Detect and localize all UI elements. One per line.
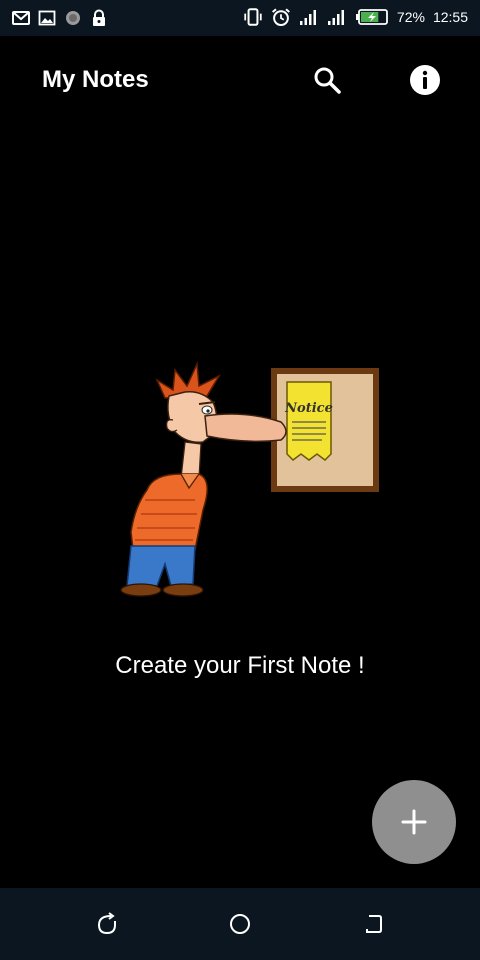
add-note-button[interactable]	[372, 780, 456, 864]
status-right-icons: 72% 12:55	[243, 7, 468, 27]
gmail-icon	[12, 11, 30, 25]
nav-home-button[interactable]	[226, 910, 254, 938]
info-icon	[410, 65, 440, 95]
app-bar: My Notes	[0, 36, 480, 122]
plus-icon	[401, 809, 427, 835]
battery-charging-icon	[355, 9, 388, 25]
empty-state-message: Create your First Note !	[115, 652, 365, 679]
notice-board: Notice	[271, 368, 379, 492]
empty-notes-illustration: Notice	[120, 361, 379, 597]
lock-icon	[93, 9, 105, 26]
home-icon	[230, 914, 250, 934]
nav-back-button[interactable]	[93, 910, 121, 938]
notice-sign-text: Notice	[284, 401, 333, 416]
clock: 12:55	[432, 9, 468, 25]
back-icon	[97, 912, 116, 935]
vibrate-icon	[244, 8, 262, 26]
battery-percent: 72%	[396, 9, 425, 25]
signal-icon	[299, 10, 316, 25]
gallery-icon	[38, 10, 56, 26]
navigation-bar	[0, 888, 480, 960]
alarm-icon	[271, 8, 290, 26]
status-left-icons	[12, 9, 108, 27]
app-title: My Notes	[42, 66, 149, 93]
status-bar: 72% 12:55	[0, 0, 480, 36]
recent-apps-icon	[366, 915, 382, 933]
man-figure	[120, 361, 287, 597]
search-button[interactable]	[305, 58, 349, 102]
sync-icon	[66, 11, 80, 25]
nav-recent-apps-button[interactable]	[359, 910, 387, 938]
signal-icon	[327, 10, 344, 25]
info-button[interactable]	[403, 58, 447, 102]
search-icon	[314, 67, 341, 94]
